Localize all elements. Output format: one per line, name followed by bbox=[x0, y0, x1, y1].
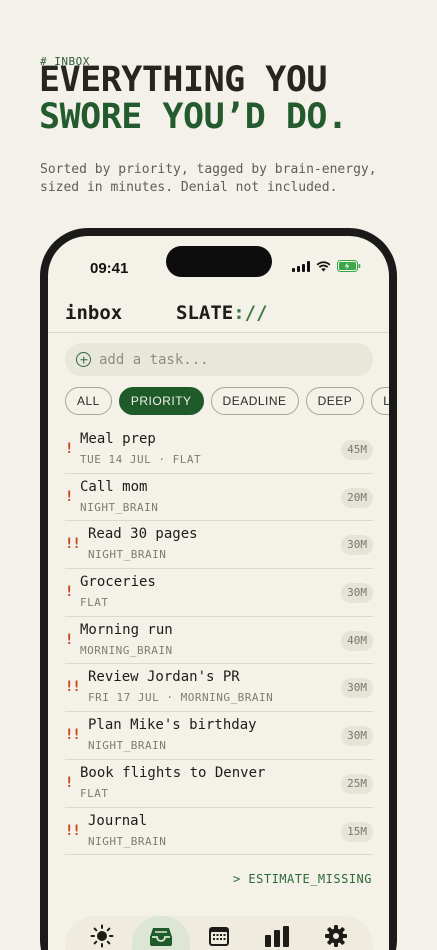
app-logo: SLATE:// bbox=[176, 302, 268, 324]
priority-marker: ! bbox=[65, 774, 74, 791]
task-meta: FLAT bbox=[80, 786, 109, 800]
wifi-icon bbox=[316, 260, 331, 271]
filter-chip-all[interactable]: ALL bbox=[65, 387, 112, 415]
task-title: Morning run bbox=[80, 621, 173, 638]
sun-icon bbox=[90, 924, 114, 948]
filter-chip-priority[interactable]: PRIORITY bbox=[118, 387, 204, 415]
task-row[interactable]: !! Plan Mike's birthday NIGHT_BRAIN 30M bbox=[65, 712, 373, 760]
battery-charging-icon bbox=[337, 260, 361, 272]
inbox-tray-icon bbox=[149, 928, 172, 946]
tab-retro[interactable]: retro bbox=[248, 916, 306, 950]
gear-icon bbox=[324, 925, 347, 947]
priority-marker: !! bbox=[65, 679, 81, 696]
priority-marker: ! bbox=[65, 584, 74, 601]
task-row[interactable]: !! Review Jordan's PR FRI 17 JUL · MORNI… bbox=[65, 664, 373, 713]
task-title: Read 30 pages bbox=[88, 526, 198, 543]
duration-badge: 20M bbox=[341, 487, 373, 508]
duration-badge: 30M bbox=[341, 678, 373, 699]
add-circle-icon[interactable] bbox=[76, 352, 91, 367]
logo-mark: :// bbox=[233, 302, 268, 324]
status-icons bbox=[292, 260, 361, 272]
hero-headline: EVERYTHING YOU SWORE YOU’D DO. bbox=[39, 62, 348, 136]
add-task-input[interactable] bbox=[99, 351, 349, 368]
duration-badge: 30M bbox=[341, 726, 373, 747]
priority-marker: !! bbox=[65, 822, 81, 839]
priority-marker: ! bbox=[65, 488, 74, 505]
add-task-field[interactable] bbox=[65, 343, 373, 376]
status-time: 09:41 bbox=[90, 260, 129, 277]
task-title: Meal prep bbox=[80, 431, 156, 447]
priority-marker: !! bbox=[65, 536, 81, 553]
duration-badge: 45M bbox=[341, 440, 373, 460]
task-row[interactable]: !! Journal NIGHT_BRAIN 15M bbox=[65, 808, 373, 856]
filter-chip-deep[interactable]: DEEP bbox=[305, 387, 365, 415]
tab-week[interactable]: week bbox=[190, 916, 248, 950]
duration-badge: 30M bbox=[341, 535, 373, 556]
dynamic-island bbox=[166, 246, 272, 277]
app-header: inbox SLATE:// bbox=[48, 296, 389, 333]
task-title: Review Jordan's PR bbox=[88, 669, 240, 686]
calendar-icon bbox=[208, 927, 229, 946]
page-title: inbox bbox=[65, 302, 123, 324]
task-row[interactable]: ! Meal prep TUE 14 JUL · FLAT 45M bbox=[65, 426, 373, 474]
priority-marker: !! bbox=[65, 727, 81, 744]
phone-screen: 09:41 inbox SLATE:// add a task... ALL P… bbox=[48, 236, 389, 950]
headline-line-1: EVERYTHING YOU bbox=[39, 60, 328, 100]
hero-subtitle: Sorted by priority, tagged by brain-ener… bbox=[40, 162, 377, 195]
task-meta: FRI 17 JUL · MORNING_BRAIN bbox=[88, 691, 274, 705]
tab-today[interactable]: today bbox=[73, 916, 131, 950]
task-title: Plan Mike's birthday bbox=[88, 717, 257, 734]
filter-chip-more[interactable]: L bbox=[371, 387, 389, 415]
bar-chart-icon bbox=[265, 926, 290, 947]
task-meta: MORNING_BRAIN bbox=[80, 643, 173, 657]
task-meta: NIGHT_BRAIN bbox=[88, 548, 167, 562]
phone-frame: 09:41 inbox SLATE:// add a task... ALL P… bbox=[40, 228, 397, 950]
task-meta: TUE 14 JUL · FLAT bbox=[80, 453, 202, 466]
task-list: ! Meal prep TUE 14 JUL · FLAT 45M ! Call… bbox=[65, 426, 373, 856]
duration-badge: 30M bbox=[341, 583, 373, 604]
tab-settings[interactable]: settings bbox=[307, 916, 365, 950]
task-meta: FLAT bbox=[80, 596, 109, 610]
task-row[interactable]: ! Morning run MORNING_BRAIN 40M bbox=[65, 617, 373, 665]
task-meta: NIGHT_BRAIN bbox=[80, 500, 159, 514]
tab-bar: today inbox bbox=[65, 916, 373, 950]
task-meta: NIGHT_BRAIN bbox=[88, 739, 167, 753]
headline-line-2: SWORE YOU’D DO. bbox=[39, 97, 348, 137]
task-row[interactable]: ! Book flights to Denver FLAT 25M bbox=[65, 760, 373, 808]
task-title: Call mom bbox=[80, 478, 148, 495]
filter-chips: ALL PRIORITY DEADLINE DEEP L bbox=[65, 387, 389, 415]
task-row[interactable]: !! Read 30 pages NIGHT_BRAIN 30M bbox=[65, 521, 373, 570]
duration-badge: 25M bbox=[341, 773, 373, 794]
filter-chip-deadline[interactable]: DEADLINE bbox=[210, 387, 299, 415]
task-meta: NIGHT_BRAIN bbox=[88, 834, 167, 848]
cellular-signal-icon bbox=[292, 260, 310, 272]
task-title: Groceries bbox=[80, 574, 156, 591]
tab-inbox[interactable]: inbox bbox=[131, 916, 190, 950]
task-row[interactable]: ! Groceries FLAT 30M bbox=[65, 569, 373, 617]
duration-badge: 40M bbox=[341, 630, 373, 651]
task-title: Journal bbox=[88, 812, 148, 829]
estimate-missing-link[interactable]: > ESTIMATE_MISSING bbox=[233, 872, 372, 886]
logo-text: SLATE bbox=[176, 302, 234, 324]
priority-marker: ! bbox=[65, 441, 74, 457]
priority-marker: ! bbox=[65, 631, 74, 648]
task-row[interactable]: ! Call mom NIGHT_BRAIN 20M bbox=[65, 474, 373, 522]
task-title: Book flights to Denver bbox=[80, 764, 266, 781]
duration-badge: 15M bbox=[341, 821, 373, 842]
